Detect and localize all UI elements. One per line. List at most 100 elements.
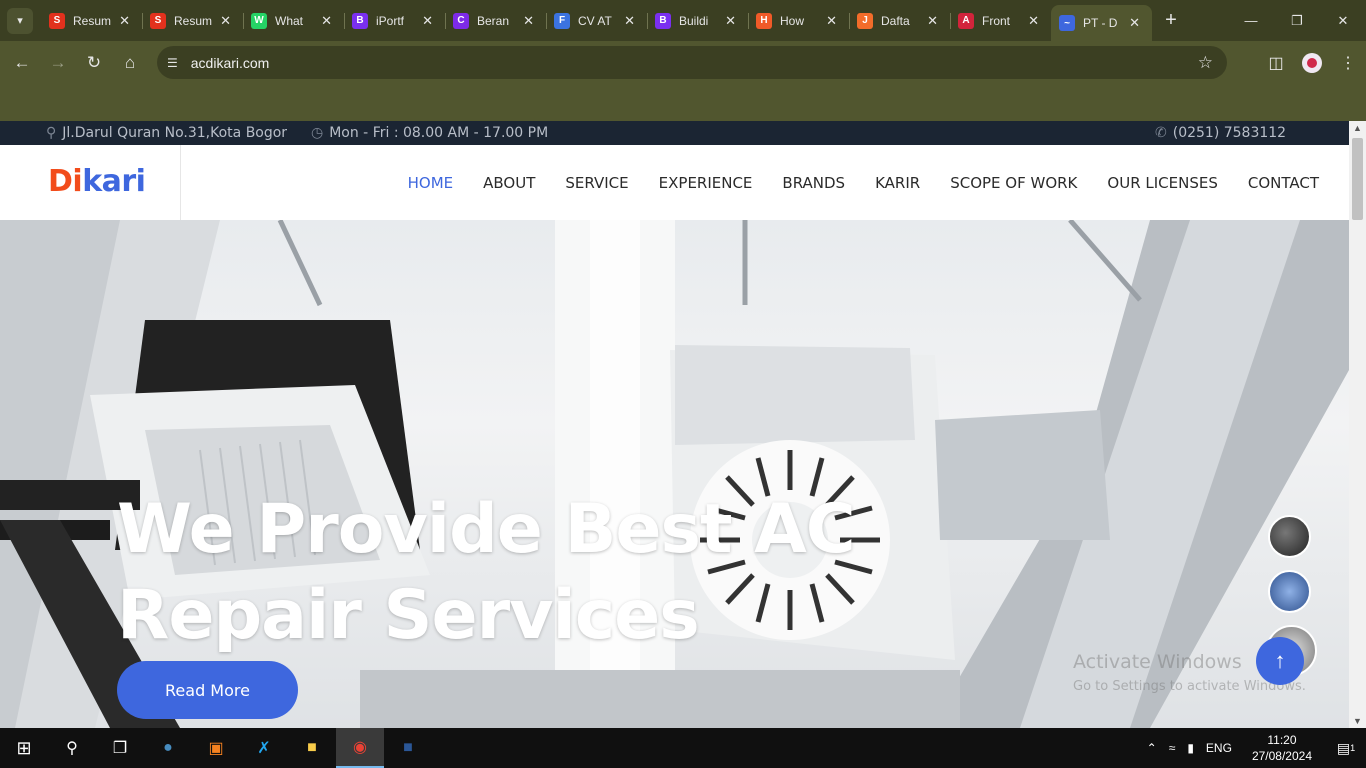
start-windows-icon[interactable]: ⊞ xyxy=(0,728,48,768)
wifi-icon[interactable]: ≈ xyxy=(1169,741,1176,755)
search-icon[interactable]: ⚲ xyxy=(48,728,96,768)
tab-close-icon[interactable]: ✕ xyxy=(826,13,837,29)
site-logo[interactable]: Dikari xyxy=(48,164,146,199)
scroll-down-icon[interactable]: ▼ xyxy=(1353,716,1362,726)
system-tray: ⌃ ≈ ▮ ENG 11:20 27/08/2024 ▤ 1 xyxy=(1141,728,1366,768)
tab-close-icon[interactable]: ✕ xyxy=(422,13,433,29)
tab-search-icon[interactable]: ▾ xyxy=(7,7,33,34)
notifications-icon[interactable]: ▤ 1 xyxy=(1332,738,1360,758)
nav-item-scope-of-work[interactable]: SCOPE OF WORK xyxy=(950,174,1077,192)
new-tab-button[interactable]: + xyxy=(1156,6,1186,36)
tab-title: Front xyxy=(982,13,1011,28)
tab-favicon-icon: A xyxy=(958,12,974,29)
slide-thumb-1[interactable] xyxy=(1268,515,1311,558)
tab-title: iPortf xyxy=(376,13,405,28)
tab-close-icon[interactable]: ✕ xyxy=(119,13,130,29)
tab-title: Dafta xyxy=(881,13,910,28)
tab-close-icon[interactable]: ✕ xyxy=(1028,13,1039,29)
nav-item-karir[interactable]: KARIR xyxy=(875,174,920,192)
map-pin-icon: ⚲ xyxy=(46,125,57,141)
word-app-icon[interactable]: ■ xyxy=(384,728,432,768)
browser-tab[interactable]: C Beran ✕ xyxy=(445,0,546,41)
language-indicator[interactable]: ENG xyxy=(1206,741,1232,755)
browser-tab[interactable]: H How ✕ xyxy=(748,0,849,41)
menu-kebab-icon[interactable]: ⋮ xyxy=(1330,53,1366,73)
tab-favicon-icon: B xyxy=(352,12,368,29)
toolbar-actions: ◫ ⋮ xyxy=(1258,41,1366,85)
tab-favicon-icon: J xyxy=(857,12,873,29)
nav-item-our-licenses[interactable]: OUR LICENSES xyxy=(1107,174,1217,192)
nav-item-home[interactable]: HOME xyxy=(408,174,454,192)
chrome-app-icon[interactable]: ◉ xyxy=(336,728,384,768)
browser-toolbar: ← → ↻ ⌂ ☰ acdikari.com ☆ ◫ ⋮ xyxy=(0,41,1366,85)
browser-tab[interactable]: J Dafta ✕ xyxy=(849,0,950,41)
clock[interactable]: 11:20 27/08/2024 xyxy=(1252,732,1312,764)
back-to-top-button[interactable]: ↑ xyxy=(1256,637,1304,685)
tab-close-icon[interactable]: ✕ xyxy=(927,13,938,29)
vscode-app-icon[interactable]: ✗ xyxy=(240,728,288,768)
browser-tab[interactable]: BiPortf ✕ xyxy=(344,0,445,41)
tab-title: Buildi xyxy=(679,13,709,28)
nav-item-experience[interactable]: EXPERIENCE xyxy=(659,174,753,192)
browser-tab[interactable]: A Front ✕ xyxy=(950,0,1051,41)
profile-avatar[interactable] xyxy=(1302,53,1322,73)
tray-overflow-icon[interactable]: ⌃ xyxy=(1147,741,1157,755)
address-text: Jl.Darul Quran No.31,Kota Bogor xyxy=(62,125,288,141)
reload-icon[interactable]: ↻ xyxy=(76,45,112,81)
tab-close-icon[interactable]: ✕ xyxy=(1129,15,1140,31)
arrow-up-icon: ↑ xyxy=(1274,648,1286,673)
task-view-icon[interactable]: ❐ xyxy=(96,728,144,768)
tab-title: Beran xyxy=(477,13,510,28)
nav-item-service[interactable]: SERVICE xyxy=(565,174,628,192)
tab-favicon-icon: W xyxy=(251,12,267,29)
url-text[interactable]: acdikari.com xyxy=(191,55,270,71)
tab-close-icon[interactable]: ✕ xyxy=(523,13,534,29)
page-scrollbar[interactable]: ▲ ▼ xyxy=(1349,121,1366,728)
godot-app-icon[interactable]: ● xyxy=(144,728,192,768)
tab-close-icon[interactable]: ✕ xyxy=(220,13,231,29)
close-window-icon[interactable]: ✕ xyxy=(1320,0,1366,41)
bookmarks-bar xyxy=(0,85,1366,121)
slide-thumb-2[interactable] xyxy=(1268,570,1311,613)
phone-info: ✆ (0251) 7583112 xyxy=(1155,125,1286,141)
nav-item-brands[interactable]: BRANDS xyxy=(782,174,845,192)
browser-tab[interactable]: B Buildi ✕ xyxy=(647,0,748,41)
info-topbar: ⚲ Jl.Darul Quran No.31,Kota Bogor ◷ Mon - … xyxy=(0,121,1349,145)
forward-icon[interactable]: → xyxy=(40,45,76,81)
extensions-icon[interactable]: ◫ xyxy=(1258,53,1294,73)
logo-part-1: Di xyxy=(48,164,83,199)
browser-tab[interactable]: S Resum ✕ xyxy=(142,0,243,41)
browser-tab[interactable]: W What ✕ xyxy=(243,0,344,41)
file-explorer-icon[interactable]: ■ xyxy=(288,728,336,768)
scroll-up-icon[interactable]: ▲ xyxy=(1353,123,1362,133)
nav-item-about[interactable]: ABOUT xyxy=(483,174,535,192)
hours-text: Mon - Fri : 08.00 AM - 17.00 PM xyxy=(329,125,549,141)
tab-close-icon[interactable]: ✕ xyxy=(624,13,635,29)
tab-title: What xyxy=(275,13,304,28)
tab-close-icon[interactable]: ✕ xyxy=(321,13,332,29)
nav-item-contact[interactable]: CONTACT xyxy=(1248,174,1319,192)
clock-date: 27/08/2024 xyxy=(1251,749,1312,763)
battery-icon[interactable]: ▮ xyxy=(1187,741,1194,755)
back-icon[interactable]: ← xyxy=(4,45,40,81)
site-info-icon[interactable]: ☰ xyxy=(167,56,178,70)
bookmark-star-icon[interactable]: ☆ xyxy=(1198,53,1213,73)
xampp-app-icon[interactable]: ▣ xyxy=(192,728,240,768)
navbar-divider xyxy=(180,145,181,220)
minimize-icon[interactable]: — xyxy=(1228,0,1274,41)
read-more-button[interactable]: Read More xyxy=(117,661,298,719)
scroll-thumb[interactable] xyxy=(1352,138,1363,220)
tab-close-icon[interactable]: ✕ xyxy=(725,13,736,29)
tab-favicon-icon: C xyxy=(453,12,469,29)
tab-favicon-icon: H xyxy=(756,12,772,29)
tab-favicon-icon: B xyxy=(655,12,671,29)
browser-tab[interactable]: F CV AT ✕ xyxy=(546,0,647,41)
browser-tab[interactable]: ~ PT - D ✕ xyxy=(1051,5,1152,41)
restore-icon[interactable]: ❐ xyxy=(1274,0,1320,41)
address-bar[interactable]: ☰ acdikari.com ☆ xyxy=(157,46,1227,79)
browser-tab[interactable]: S Resum ✕ xyxy=(41,0,142,41)
phone-text: (0251) 7583112 xyxy=(1172,125,1287,141)
tab-list: S Resum ✕ S Resum ✕ W What ✕ BiPortf ✕ C Beran ✕ F CV A… xyxy=(41,0,1152,41)
window-controls: — ❐ ✕ xyxy=(1228,0,1366,41)
home-icon[interactable]: ⌂ xyxy=(112,45,148,81)
